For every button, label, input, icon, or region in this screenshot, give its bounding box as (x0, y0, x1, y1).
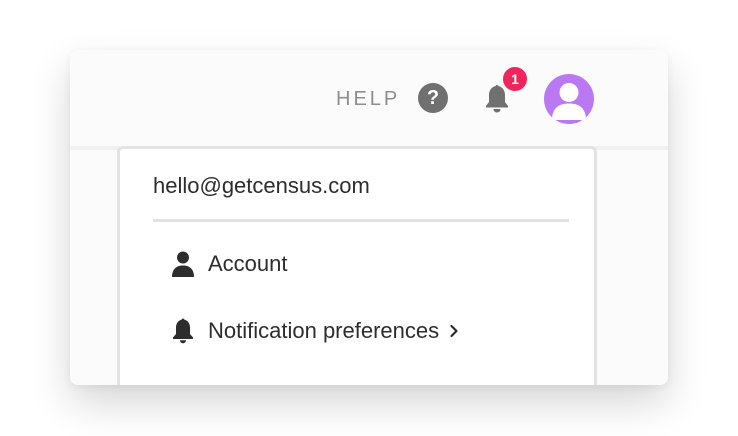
help-link[interactable]: HELP (336, 87, 400, 111)
notification-count-badge: 1 (501, 65, 529, 93)
question-circle-icon[interactable]: ? (418, 83, 448, 113)
menu-item-notification-preferences[interactable]: Notification preferences (170, 311, 459, 351)
menu-divider (153, 219, 569, 222)
user-icon (170, 250, 196, 278)
menu-item-label: Notification preferences (208, 318, 440, 343)
menu-item-label: Account (208, 251, 288, 276)
menu-item-account[interactable]: Account (170, 244, 288, 284)
user-avatar-icon[interactable] (544, 74, 594, 124)
chevron-right-icon (449, 324, 459, 338)
stage: HELP ? 1 hello@getcensus.com Account Not… (0, 0, 738, 436)
app-window: HELP ? 1 hello@getcensus.com Account Not… (70, 50, 668, 385)
user-menu-dropdown: hello@getcensus.com Account Notification… (117, 146, 597, 385)
account-email: hello@getcensus.com (153, 173, 370, 198)
bell-icon (170, 317, 196, 345)
top-navigation-bar: HELP ? 1 (70, 50, 668, 150)
